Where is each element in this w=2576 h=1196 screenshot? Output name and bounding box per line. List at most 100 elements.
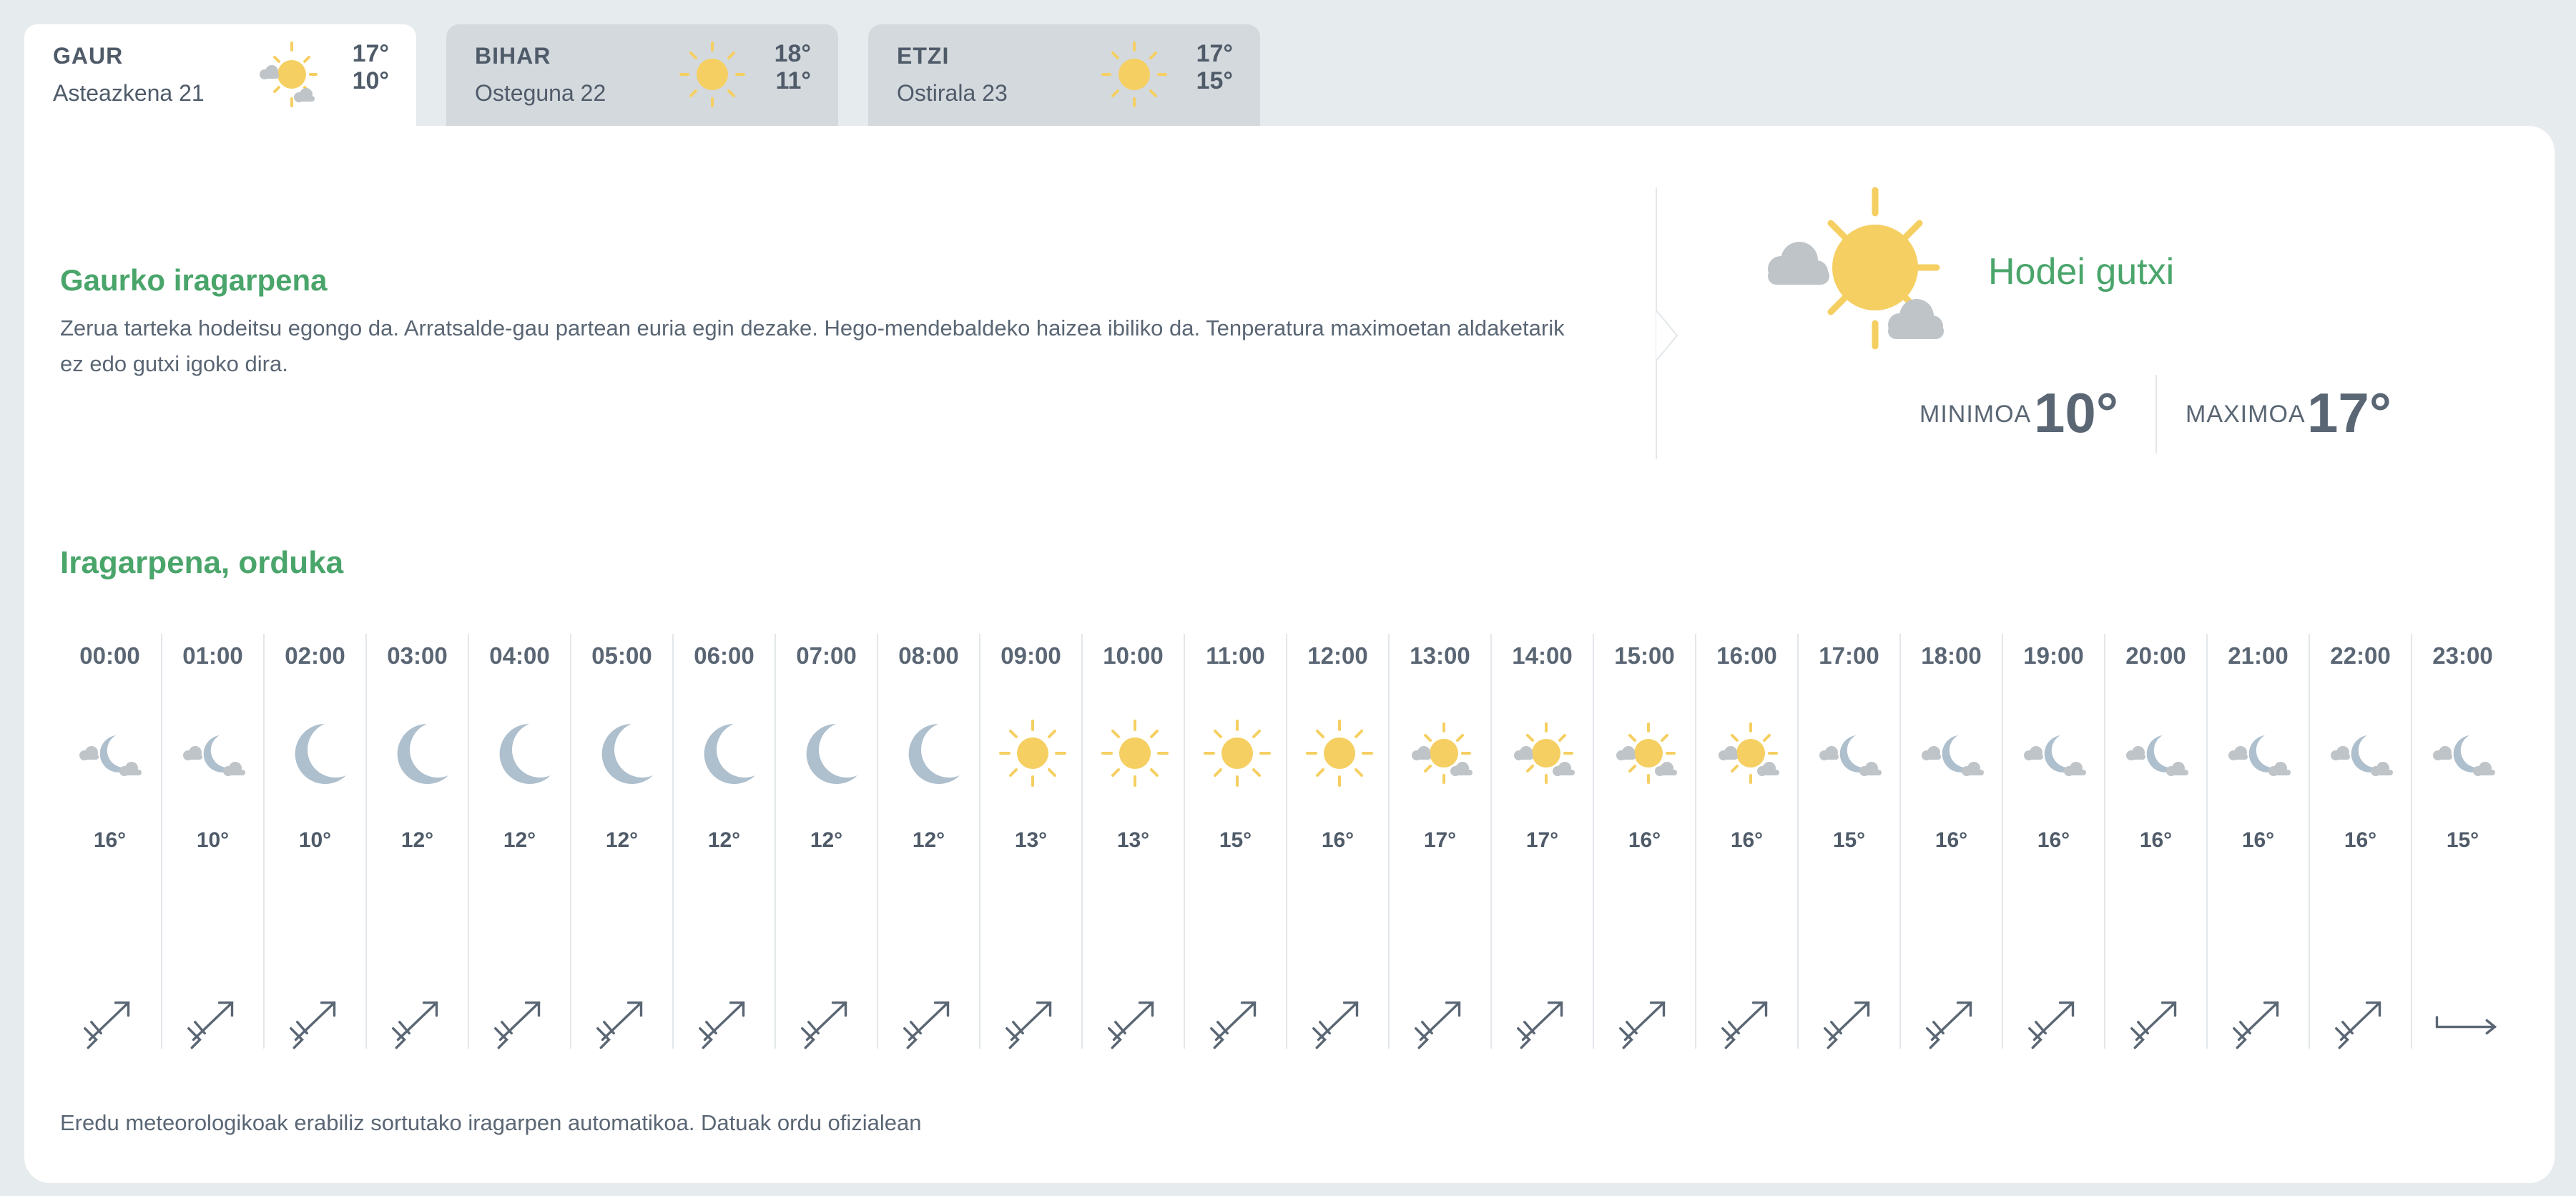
hour-time: 13:00	[1410, 642, 1470, 669]
hour-time: 16:00	[1716, 642, 1777, 669]
hour-time: 12:00	[1307, 642, 1368, 669]
hour-column: 01:00 10°	[161, 634, 263, 1049]
hour-temp: 10°	[298, 828, 332, 852]
hour-time: 19:00	[2023, 642, 2084, 669]
hour-time: 10:00	[1103, 642, 1164, 669]
separator	[2155, 375, 2157, 454]
moon-cloud-icon	[183, 735, 245, 776]
tab-min-temp: 11°	[775, 67, 811, 94]
hour-time: 20:00	[2125, 642, 2186, 669]
sun-cloud-icon	[1412, 722, 1473, 784]
hour-column: 13:00 17°	[1388, 634, 1490, 1049]
moon-icon	[704, 724, 755, 784]
tab-min-temp: 15°	[1196, 67, 1233, 94]
wind-arrow-icon	[1006, 1001, 1052, 1049]
hour-column: 21:00 16°	[2206, 634, 2309, 1049]
hour-time: 02:00	[285, 642, 345, 669]
moon-icon	[499, 724, 551, 784]
hour-column: 22:00 16°	[2309, 634, 2411, 1049]
hour-temp: 12°	[503, 828, 536, 852]
hour-temp: 15°	[1832, 828, 1866, 852]
wind-arrow-icon	[1619, 1001, 1666, 1049]
hour-time: 14:00	[1512, 642, 1573, 669]
tab-today[interactable]: GAUR Asteazkena 21 17° 10°	[24, 24, 416, 132]
moon-cloud-icon	[2126, 735, 2188, 776]
wind-arrow-icon	[290, 1001, 336, 1049]
hour-temp: 12°	[810, 828, 843, 852]
hour-time: 00:00	[79, 642, 140, 669]
hour-column: 06:00 12°	[672, 634, 775, 1049]
tab-name: ETZI	[897, 43, 950, 69]
hour-column: 08:00 12°	[877, 634, 979, 1049]
hour-temp: 16°	[2241, 828, 2275, 852]
wind-arrow-icon	[84, 1001, 130, 1049]
min-value: 10°	[2034, 381, 2118, 444]
hour-column: 11:00 15°	[1184, 634, 1286, 1049]
hour-time: 06:00	[694, 642, 754, 669]
moon-icon	[397, 724, 448, 784]
wind-arrow-icon	[1108, 1001, 1154, 1049]
moon-icon	[601, 724, 653, 784]
tab-date: Osteguna 22	[475, 80, 606, 106]
tab-max-temp: 17°	[1196, 40, 1233, 67]
hour-time: 18:00	[1921, 642, 1982, 669]
hour-temp: 16°	[1730, 828, 1764, 852]
max-label: MAXIMOA	[2186, 401, 2306, 428]
hour-temp: 12°	[707, 828, 741, 852]
wind-arrow-icon	[596, 1001, 643, 1049]
min-label: MINIMOA	[1919, 401, 2032, 428]
hour-temp: 13°	[1116, 828, 1150, 852]
wind-arrow-icon	[801, 1001, 847, 1049]
hour-temp: 17°	[1525, 828, 1559, 852]
moon-icon	[295, 724, 346, 784]
hour-column: 10:00 13°	[1081, 634, 1184, 1049]
wind-arrow-icon	[699, 1001, 745, 1049]
hour-time: 01:00	[182, 642, 243, 669]
hour-time: 07:00	[796, 642, 857, 669]
wind-arrow-icon	[494, 1001, 541, 1049]
hour-time: 22:00	[2330, 642, 2391, 669]
wind-arrow-icon	[903, 1001, 950, 1049]
wind-arrow-icon	[1721, 1001, 1768, 1049]
hour-column: 05:00 12°	[570, 634, 672, 1049]
hour-column: 09:00 13°	[979, 634, 1081, 1049]
hour-time: 03:00	[387, 642, 448, 669]
moon-icon	[908, 724, 960, 784]
wind-arrow-icon	[2028, 1001, 2075, 1049]
sun-cloud-icon	[1616, 722, 1677, 784]
hour-column: 00:00 16°	[59, 634, 161, 1049]
hour-temp: 16°	[93, 828, 127, 852]
wind-arrow-icon	[1312, 1001, 1359, 1049]
wind-arrow-icon	[2335, 1001, 2381, 1049]
hour-column: 16:00 16°	[1695, 634, 1797, 1049]
wind-arrow-icon	[2130, 1001, 2177, 1049]
wind-arrow-icon	[187, 1001, 234, 1049]
sun-icon	[1204, 720, 1271, 787]
hour-time: 05:00	[591, 642, 652, 669]
hour-temp: 15°	[1219, 828, 1252, 852]
moon-cloud-icon	[2228, 735, 2291, 776]
hour-time: 23:00	[2432, 642, 2493, 669]
tab-day-after[interactable]: ETZI Ostirala 23 17° 15°	[868, 24, 1260, 126]
hour-temp: 16°	[2139, 828, 2173, 852]
hour-column: 07:00 12°	[775, 634, 877, 1049]
today-forecast-text: Zerua tarteka hodeitsu egongo da. Arrats…	[60, 315, 1565, 376]
hour-column: 12:00 16°	[1286, 634, 1388, 1049]
hour-column: 20:00 16°	[2104, 634, 2206, 1049]
tab-date: Ostirala 23	[897, 80, 1008, 106]
hour-time: 17:00	[1819, 642, 1879, 669]
moon-cloud-icon	[2024, 735, 2086, 776]
wind-arrow-icon	[1210, 1001, 1257, 1049]
tab-tomorrow[interactable]: BIHAR Osteguna 22 18° 11°	[446, 24, 838, 126]
tab-max-temp: 18°	[774, 40, 811, 67]
hour-temp: 12°	[400, 828, 434, 852]
hour-column: 23:00 15°	[2411, 634, 2513, 1049]
forecast-card: Gaurko iragarpena Zerua tarteka hodeitsu…	[24, 126, 2555, 1183]
tab-name: BIHAR	[475, 43, 551, 69]
sun-icon	[1101, 41, 1167, 107]
hour-column: 17:00 15°	[1797, 634, 1899, 1049]
today-forecast-title: Gaurko iragarpena	[60, 263, 328, 297]
moon-cloud-icon	[1819, 735, 1882, 776]
footnote: Eredu meteorologikoak erabiliz sortutako…	[60, 1110, 922, 1135]
moon-cloud-icon	[2433, 735, 2495, 776]
